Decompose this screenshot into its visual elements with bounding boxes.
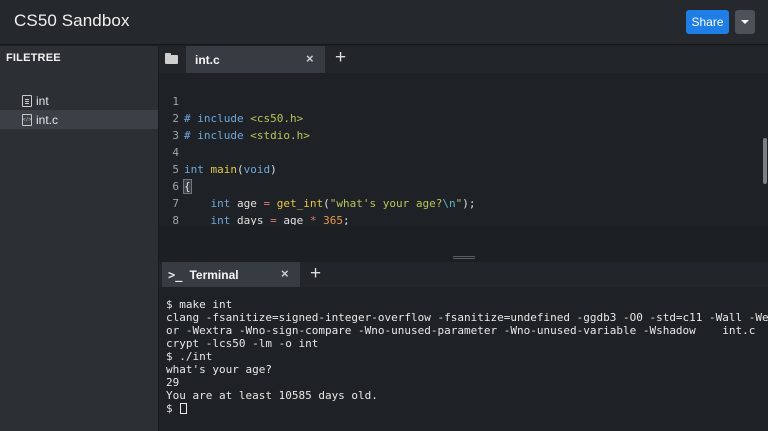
terminal-prompt-line[interactable]: $: [166, 402, 188, 415]
close-tab-icon[interactable]: ×: [306, 51, 314, 66]
terminal-prompt: $: [166, 402, 180, 415]
terminal-prompt-icon: >_: [168, 267, 183, 282]
file-tree-title: FILETREE: [6, 52, 61, 64]
folder-open-icon: [164, 52, 178, 64]
add-editor-tab-button[interactable]: +: [335, 48, 346, 67]
code-line: 8 printf("You are at least %i days old.\…: [159, 195, 759, 225]
terminal-line: clang -fsanitize=signed-integer-overflow…: [166, 311, 768, 324]
share-button[interactable]: Share: [686, 10, 729, 34]
tab-label: Terminal: [189, 267, 239, 282]
code-editor[interactable]: 1 # include <cs50.h> 2 # include <stdio.…: [159, 73, 768, 225]
terminal-line: crypt -lcs50 -lm -o int: [166, 337, 319, 350]
terminal-line: 29: [166, 376, 180, 389]
code-line: 1 # include <cs50.h>: [159, 76, 759, 125]
file-tree-item-label: int.c: [36, 112, 59, 127]
terminal-line: what's your age?: [166, 363, 272, 376]
code-line: 9 }: [159, 212, 759, 225]
tab-int-c[interactable]: int.c ×: [186, 46, 325, 73]
code-line: 5 {: [159, 144, 759, 194]
code-line: 7 int days = age * 365;: [159, 178, 759, 225]
top-bar: CS50 Sandbox Share: [0, 0, 768, 45]
close-tab-icon[interactable]: ×: [281, 266, 289, 281]
terminal-line: $ ./int: [166, 350, 213, 363]
tab-terminal[interactable]: >_ Terminal ×: [162, 262, 300, 287]
terminal-line: $ make int: [166, 298, 233, 311]
pane-splitter[interactable]: [159, 225, 768, 258]
code-line: 2 # include <stdio.h>: [159, 93, 759, 142]
file-icon: [22, 94, 32, 107]
tab-label: int.c: [195, 52, 220, 67]
file-tree-item-int-c[interactable]: </> int.c: [0, 110, 158, 129]
editor-scrollbar[interactable]: [763, 138, 767, 184]
caret-down-icon: [741, 20, 749, 24]
file-tree-item-label: int: [36, 93, 49, 108]
terminal-cursor: [180, 403, 188, 414]
terminal-line: or -Wextra -Wno-sign-compare -Wno-unused…: [166, 324, 768, 337]
code-file-icon: </>: [22, 113, 32, 126]
toggle-file-tree-button[interactable]: [161, 50, 181, 68]
app-title: CS50 Sandbox: [14, 11, 130, 30]
add-terminal-tab-button[interactable]: +: [310, 264, 321, 283]
code-line: 3: [159, 110, 759, 142]
resize-grip-icon[interactable]: [453, 256, 475, 259]
file-tree-item-int[interactable]: int: [0, 91, 158, 110]
terminal[interactable]: $ make int clang -fsanitize=signed-integ…: [159, 287, 768, 431]
share-options-dropdown[interactable]: [735, 10, 755, 34]
terminal-line: You are at least 10585 days old.: [166, 389, 378, 402]
code-line: 4 int main(void): [159, 127, 759, 176]
code-line: 6 int age = get_int("what's your age?\n"…: [159, 161, 759, 210]
